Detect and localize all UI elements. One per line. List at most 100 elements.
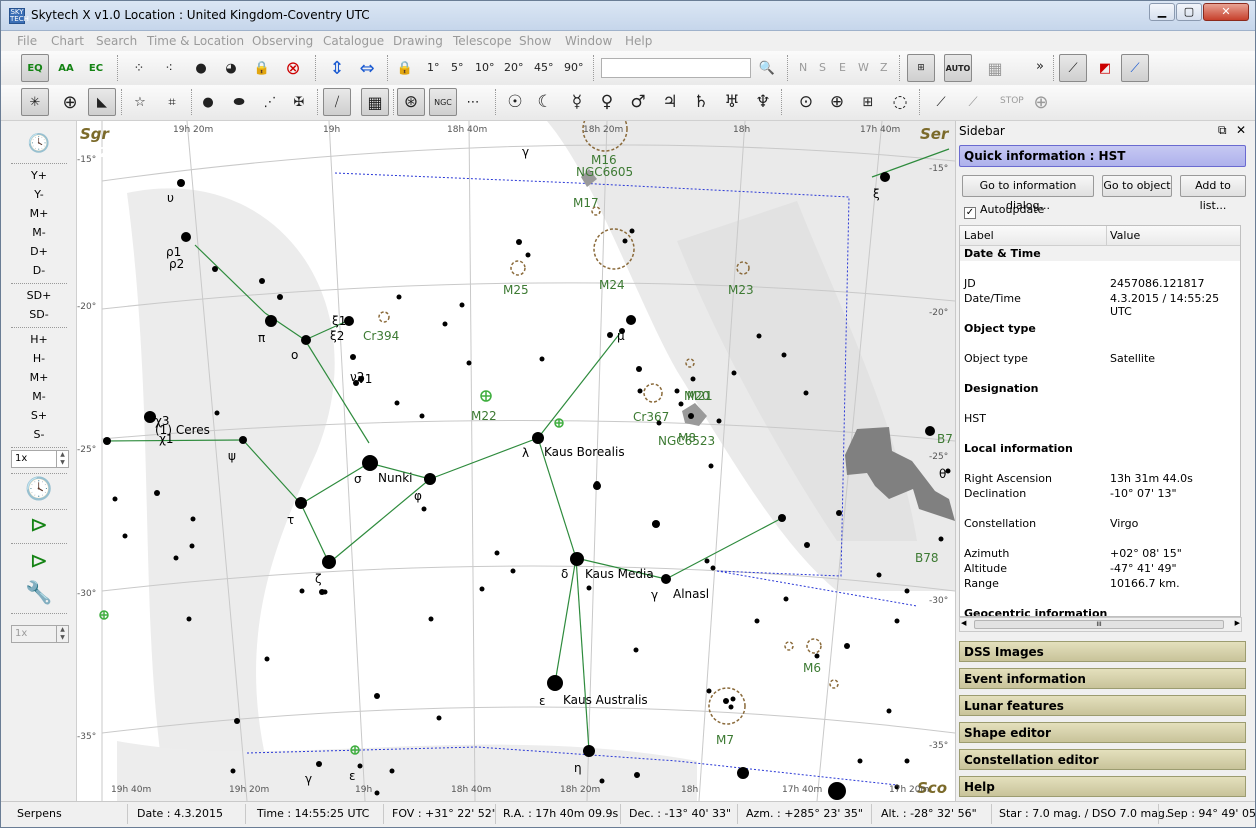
sidebar-close-icon[interactable]: ✕ [1236,123,1246,137]
nebula-icon[interactable]: ◕ [217,54,245,82]
play-icon[interactable]: ⊳ [25,511,53,539]
fov-lock-icon[interactable]: 🔒 [391,54,419,82]
grid-icon[interactable]: ▦ [981,54,1009,82]
column-header-label[interactable]: Label [964,229,994,242]
dso-label-m23[interactable]: M23 [728,283,754,297]
table-row[interactable] [960,261,1240,276]
table-section-row[interactable]: Object type [960,321,1240,336]
spin-arrows-icon[interactable]: ▲ ▼ [56,626,68,642]
fov-45-button[interactable]: 45° [534,61,554,74]
dso-label-b7[interactable]: B7 [937,432,953,446]
galaxy-icon[interactable]: ● [187,54,215,82]
dso-label-m21[interactable]: M21 [687,389,713,403]
panel-event-information[interactable]: Event information [959,668,1246,689]
hour-plus-button[interactable]: H+ [1,333,77,346]
table-row[interactable] [960,501,1240,516]
jupiter-icon[interactable]: ♃ [656,88,684,116]
table-row[interactable]: Declination -10° 07' 13" [960,486,1240,501]
meteor-icon[interactable]: ⋰ [256,88,284,116]
second-minus-button[interactable]: S- [1,428,77,441]
crosshair-icon[interactable]: ⊕ [56,88,84,116]
year-minus-button[interactable]: Y- [1,188,77,201]
table-row[interactable] [960,306,1240,321]
search-icon[interactable]: 🔍 [753,54,781,82]
aa-mode-button[interactable]: AA [52,54,80,82]
saturn-icon[interactable]: ♄ [687,88,715,116]
day-plus-button[interactable]: D+ [1,245,77,258]
dso-label-m6[interactable]: M6 [803,661,821,675]
measure-icon[interactable]: ⟋ [1121,54,1149,82]
zoom-target-icon[interactable]: ⊕ [823,88,851,116]
hour-minus-button[interactable]: H- [1,352,77,365]
dso-list-icon[interactable]: ⋯ [459,88,487,116]
menu-help[interactable]: Help [625,34,652,48]
direction-east[interactable]: E [839,61,846,74]
constellation-figure-icon[interactable]: ☆ [126,88,154,116]
month-minus-button[interactable]: M- [1,226,77,239]
dso-label-m22[interactable]: M22 [471,409,497,423]
comet-icon[interactable]: ⬬ [225,88,253,116]
fov-20-button[interactable]: 20° [504,61,524,74]
table-row[interactable]: Constellation Virgo [960,516,1240,531]
dso-label-ngc6605[interactable]: NGC6605 [576,165,633,179]
panel-shape-editor[interactable]: Shape editor [959,722,1246,743]
telescope-icon[interactable]: ⟋ [927,88,955,116]
menu-search[interactable]: Search [96,34,137,48]
undock-icon[interactable]: ⧉ [1218,123,1227,138]
table-row[interactable]: Azimuth +02° 08' 15" [960,546,1240,561]
star-label-kaus-media[interactable]: Kaus Media [585,567,654,581]
menu-drawing[interactable]: Drawing [393,34,443,48]
table-view-icon[interactable]: ⊞ [907,54,935,82]
table-row[interactable]: JD 2457086.121817 [960,276,1240,291]
ec-mode-button[interactable]: EC [82,54,110,82]
table-row[interactable]: Right Ascension 13h 31m 44.0s [960,471,1240,486]
table-section-row[interactable]: Date & Time [960,246,1240,261]
checkmark-icon[interactable]: ✓ [964,207,976,219]
frame-icon[interactable]: ⊞ [854,88,882,116]
center-target-icon[interactable]: ⊙ [792,88,820,116]
direction-north[interactable]: N [799,61,807,74]
fov-1-button[interactable]: 1° [427,61,440,74]
day-minus-button[interactable]: D- [1,264,77,277]
lock-icon[interactable]: 🔒 [248,54,276,82]
now-clock-icon[interactable]: 🕓 [25,475,53,503]
star-burst-icon[interactable]: ✳ [21,88,49,116]
menu-chart[interactable]: Chart [51,34,84,48]
direction-zenith[interactable]: Z [880,61,888,74]
star-field-icon[interactable]: ⁖ [155,54,183,82]
minimize-button[interactable]: ▁ [1149,3,1175,21]
moon-icon[interactable]: ☾ [531,88,559,116]
table-row[interactable] [960,366,1240,381]
eq-mode-button[interactable]: EQ [21,54,49,82]
sky-chart-canvas[interactable] [77,121,955,801]
close-button[interactable]: ✕ [1203,3,1249,21]
dso-label-m7[interactable]: M7 [716,733,734,747]
telescope-target-icon[interactable]: ⊕ [1027,88,1055,116]
table-row[interactable]: Date/Time 4.3.2015 / 14:55:25 UTC [960,291,1240,318]
star-label-alnasl[interactable]: Alnasl [673,587,709,601]
search-input[interactable] [601,58,751,78]
wrench-icon[interactable]: 🔧 [25,579,53,607]
mercury-icon[interactable]: ☿ [563,88,591,116]
table-section-row[interactable]: Local information [960,441,1240,456]
star-label-kaus-australis[interactable]: Kaus Australis [563,693,648,707]
column-header-value[interactable]: Value [1110,229,1140,242]
menu-catalogue[interactable]: Catalogue [323,34,384,48]
table-row[interactable]: Altitude -47° 41' 49" [960,561,1240,576]
dso-label-m24[interactable]: M24 [599,278,625,292]
circle-target-icon[interactable]: ◌ [886,88,914,116]
table-row[interactable] [960,456,1240,471]
direction-south[interactable]: S [819,61,826,74]
milky-way-icon[interactable]: ◣ [88,88,116,116]
fov-90-button[interactable]: 90° [564,61,584,74]
table-section-row[interactable]: Designation [960,381,1240,396]
sidereal-day-minus-button[interactable]: SD- [1,308,77,321]
cancel-icon[interactable]: ⊗ [279,54,307,82]
dso-label-m25[interactable]: M25 [503,283,529,297]
dso-label-ngc6523[interactable]: NGC6523 [658,434,715,448]
table-section-row[interactable]: Geocentric information [960,606,1240,616]
constellation-boundary-icon[interactable]: ⌗ [158,88,186,116]
fast-forward-icon[interactable]: ⊳ [25,547,53,575]
step-multiplier-spinbox[interactable]: 1x ▲ ▼ [11,450,69,468]
table-row[interactable] [960,531,1240,546]
